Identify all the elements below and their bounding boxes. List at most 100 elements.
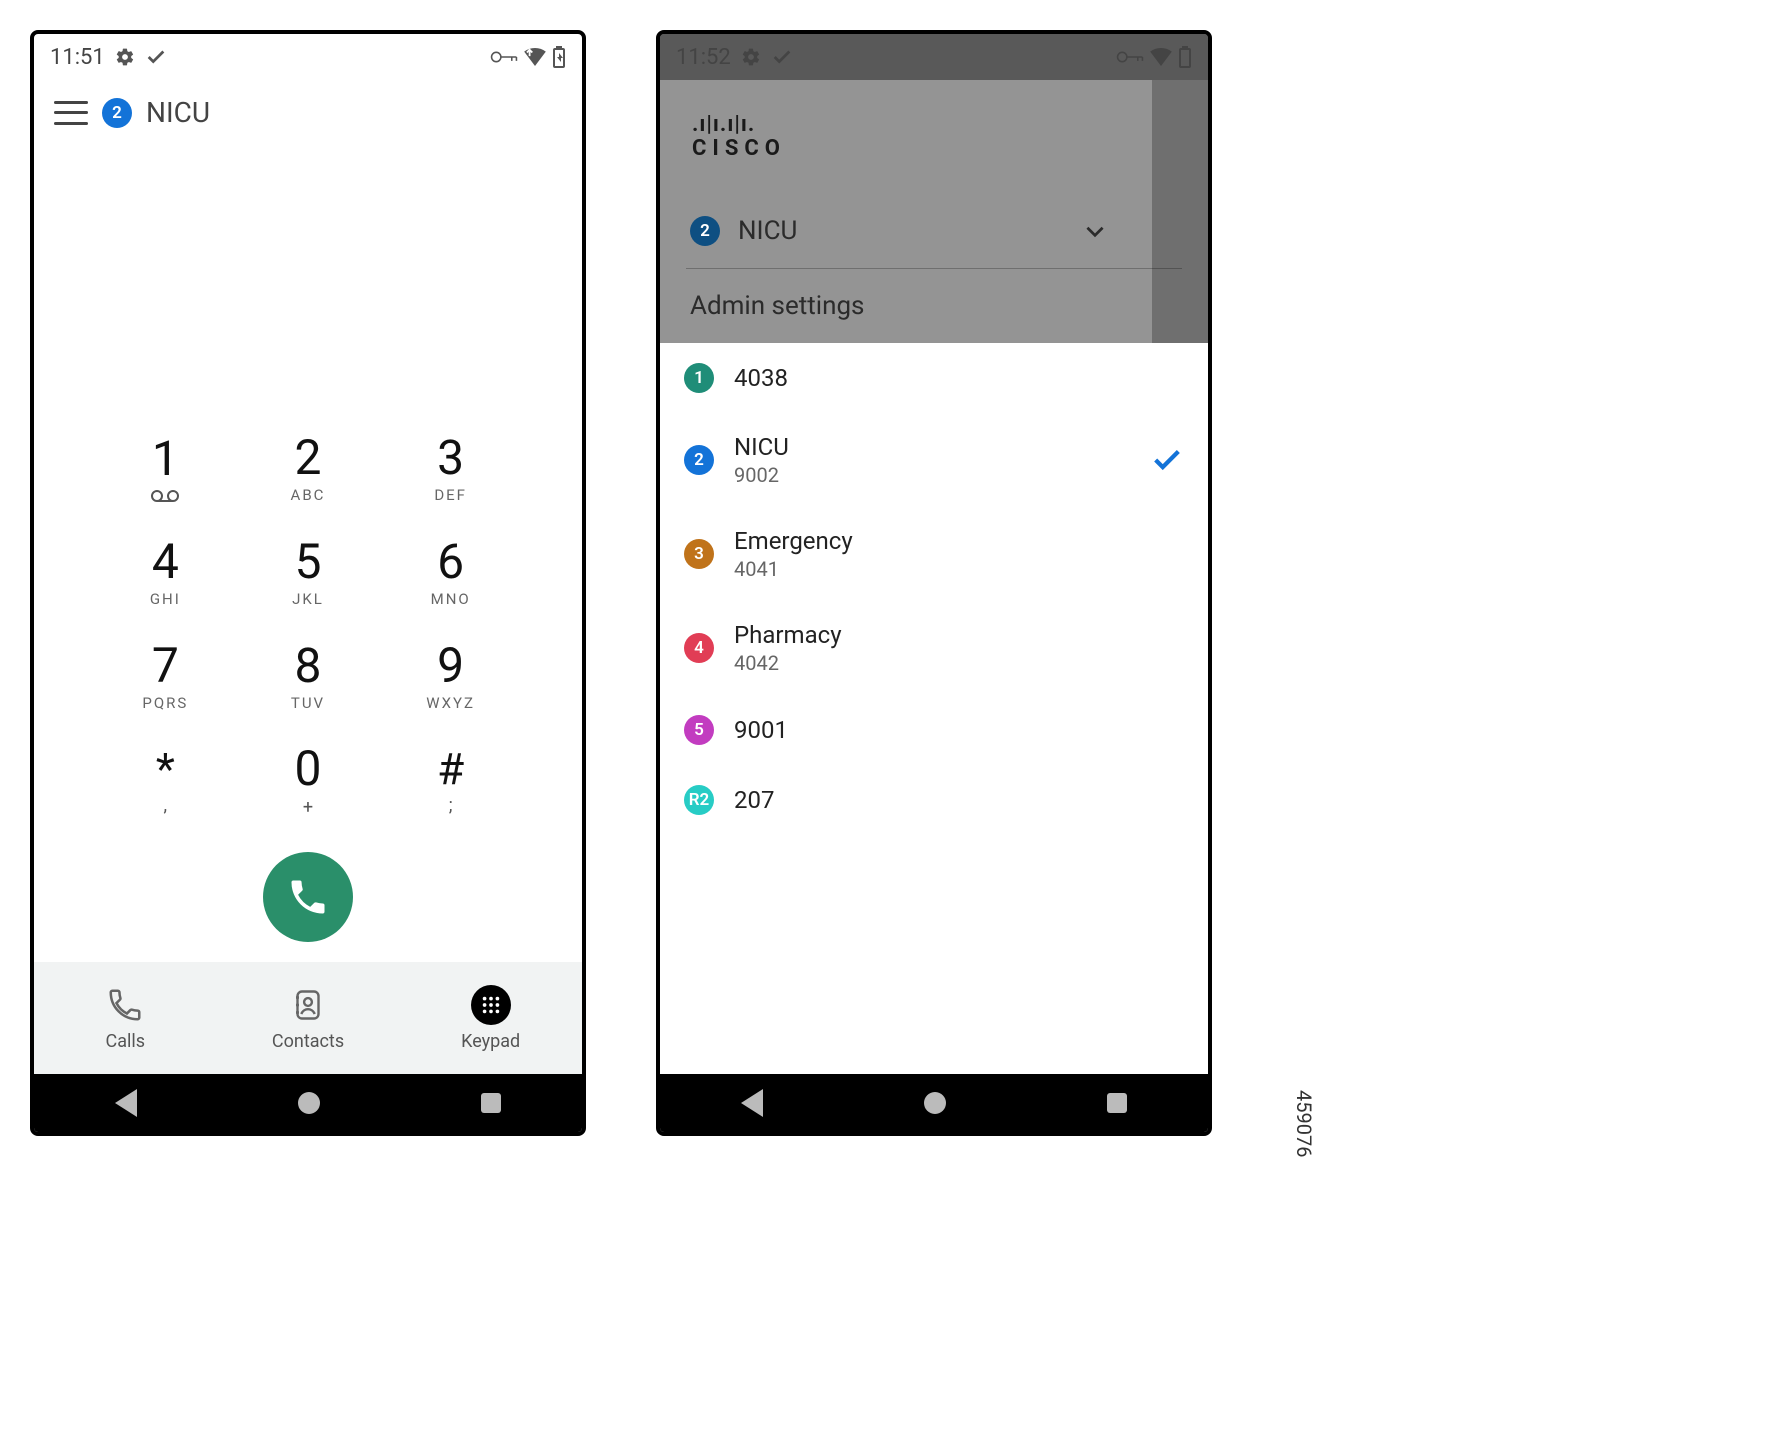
line-selector-sheet: 1 4038 2 NICU9002 3 Emergency4041 4Pharmacy404… [660,343,1208,1074]
status-bar: 11:52 [660,34,1208,80]
vpn-key-icon [490,48,518,66]
android-nav-bar [660,1074,1208,1132]
line-extension: 4041 [734,557,853,581]
line-name: 9001 [734,716,788,744]
key-0-digit: 0 [295,745,322,793]
line-item[interactable]: 5 9001 [660,695,1208,765]
key-7[interactable]: 7 PQRS [104,632,227,722]
line-item[interactable]: R2207 [660,765,1208,835]
key-hash[interactable]: # ; [389,736,512,826]
cisco-logo-text: CISCO [692,138,1182,160]
contacts-icon [290,985,326,1025]
check-icon [771,46,793,68]
selected-check-icon [1150,443,1184,477]
line-name: NICU [734,433,789,461]
nav-recent-icon[interactable] [1107,1093,1127,1113]
call-button[interactable] [263,852,353,942]
line-extension: 9002 [734,463,789,487]
nav-home-icon[interactable] [924,1092,946,1114]
key-3[interactable]: 3 DEF [389,424,512,514]
key-8[interactable]: 8 TUV [247,632,370,722]
image-watermark: 459076 [1292,1090,1316,1157]
key-3-letters: DEF [434,486,467,504]
key-4-digit: 4 [152,538,179,586]
gear-icon [115,47,135,67]
key-2-digit: 2 [295,434,322,482]
key-0[interactable]: 0 + [247,736,370,826]
line-item[interactable]: 3 Emergency4041 [660,507,1208,601]
tab-contacts[interactable]: Contacts [217,962,400,1074]
phone-screen-line-selector: 11:52 .ı|ı.ı|ı. CIS [656,30,1212,1136]
line-label: NICU [738,216,797,246]
line-item[interactable]: 4Pharmacy4042 [660,601,1208,695]
key-star[interactable]: * , [104,736,227,826]
tab-keypad[interactable]: Keypad [399,962,582,1074]
line-item[interactable]: 2 NICU9002 [660,413,1208,507]
calls-icon [106,985,144,1025]
check-icon [145,46,167,68]
key-6-letters: MNO [431,590,471,608]
key-5[interactable]: 5 JKL [247,528,370,618]
line-name: Emergency [734,527,853,555]
nav-back-icon[interactable] [115,1089,137,1117]
line-name: 4038 [734,364,788,392]
cisco-logo-bars: .ı|ı.ı|ı. [692,114,1182,136]
key-9-letters: WXYZ [426,694,475,712]
nav-recent-icon[interactable] [481,1093,501,1113]
voicemail-icon [151,489,179,503]
line-text: 4038 [734,364,788,392]
key-7-letters: PQRS [142,694,188,712]
line-label: NICU [146,96,210,129]
status-time: 11:52 [676,45,731,70]
key-1-digit: 1 [152,435,179,483]
line-item[interactable]: 1 4038 [660,343,1208,413]
line-badge: 3 [684,539,714,569]
status-time: 11:51 [50,45,105,70]
nav-home-icon[interactable] [298,1092,320,1114]
drawer-current-line[interactable]: 2 NICU [686,194,1182,268]
app-header: 2 NICU [34,80,582,139]
key-3-digit: 3 [437,434,464,482]
key-star-sub: , [164,795,168,816]
nav-back-icon[interactable] [741,1089,763,1117]
drawer-dimmed-area[interactable]: 11:52 .ı|ı.ı|ı. CIS [660,34,1208,343]
battery-icon [1178,46,1192,68]
line-extension: 4042 [734,651,842,675]
line-badge: 2 [684,445,714,475]
line-text: 207 [734,786,774,814]
keypad-area: 1 2 ABC 3 DEF 4 GHI 5 JKL 6 [34,139,582,962]
tab-calls[interactable]: Calls [34,962,217,1074]
tab-calls-label: Calls [106,1031,146,1052]
drawer-admin-settings[interactable]: Admin settings [686,269,1182,343]
chevron-down-icon [1082,218,1108,244]
line-text: NICU9002 [734,433,789,487]
tab-contacts-label: Contacts [272,1031,344,1052]
keypad-icon [471,985,511,1025]
key-6-digit: 6 [437,538,464,586]
key-9[interactable]: 9 WXYZ [389,632,512,722]
vpn-key-icon [1116,48,1144,66]
key-1[interactable]: 1 [104,424,227,514]
key-6[interactable]: 6 MNO [389,528,512,618]
phone-screen-keypad: 11:51 2 NICU 1 [30,30,586,1136]
key-7-digit: 7 [152,642,179,690]
line-badge: 1 [684,363,714,393]
bottom-tab-bar: Calls Contacts Keypad [34,962,582,1074]
key-4[interactable]: 4 GHI [104,528,227,618]
key-0-sub: + [303,797,313,818]
line-badge: 5 [684,715,714,745]
key-hash-sub: ; [449,795,453,816]
key-star-sym: * [156,747,175,791]
status-bar: 11:51 [34,34,582,80]
key-4-letters: GHI [150,590,181,608]
key-2[interactable]: 2 ABC [247,424,370,514]
key-2-letters: ABC [291,486,326,504]
key-5-letters: JKL [292,590,324,608]
cisco-logo: .ı|ı.ı|ı. CISCO [692,114,1182,160]
key-9-digit: 9 [437,642,464,690]
hamburger-menu-icon[interactable] [54,101,88,125]
line-badge: 4 [684,633,714,663]
phone-icon [286,875,330,919]
key-5-digit: 5 [295,538,322,586]
gear-icon [741,47,761,67]
